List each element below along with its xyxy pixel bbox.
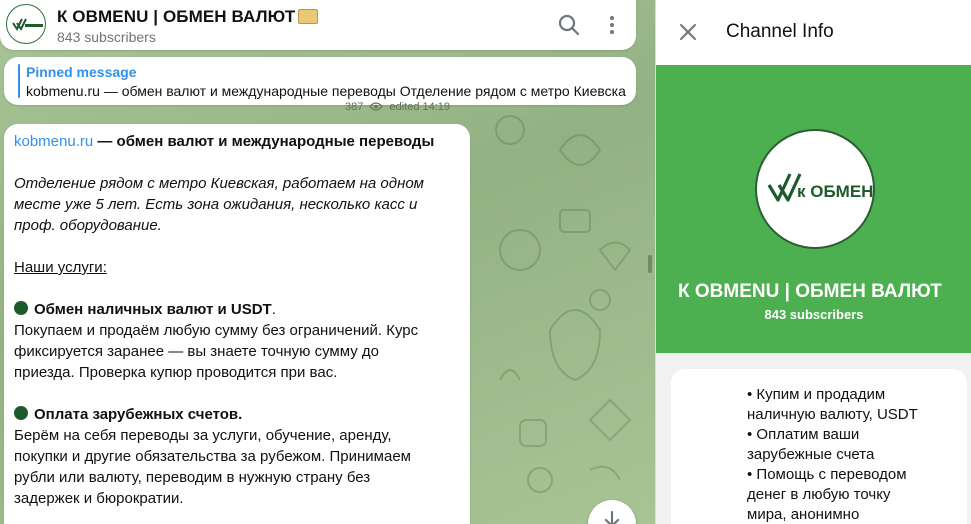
green-circle-icon xyxy=(14,406,28,420)
site-link[interactable]: kobmenu.ru xyxy=(14,133,93,150)
pinned-title: Pinned message xyxy=(26,64,137,80)
money-emoji-icon xyxy=(298,9,319,24)
channel-avatar[interactable] xyxy=(6,4,46,44)
service2-line: покупки и другие обязательства за рубежо… xyxy=(14,448,411,465)
chat-header[interactable]: К OBMENU | ОБМЕН ВАЛЮТ 843 subscribers xyxy=(0,0,636,50)
headline-text: — обмен валют и международные переводы xyxy=(93,133,435,150)
message-meta: 387 edited 14:19 xyxy=(345,101,450,113)
subscriber-count: 843 subscribers xyxy=(57,29,156,45)
intro-line: проф. оборудование. xyxy=(14,217,162,234)
hero-channel-title: К OBMENU | ОБМЕН ВАЛЮТ xyxy=(678,281,942,302)
channel-hero: к ОБМЕНУ К OBMENU | ОБМЕН ВАЛЮТ 843 subs… xyxy=(656,65,971,353)
service1-title: Обмен наличных валют и USDT xyxy=(34,301,272,318)
intro-line: месте уже 5 лет. Есть зона ожидания, нес… xyxy=(14,196,418,213)
channel-info-panel: Channel Info к ОБМЕНУ К OBMENU | ОБМЕН В… xyxy=(655,0,971,524)
more-vertical-icon[interactable] xyxy=(602,14,622,36)
service1-line: Покупаем и продаём любую сумму без огран… xyxy=(14,322,419,339)
edited-time: edited 14:19 xyxy=(389,101,451,113)
green-circle-icon xyxy=(14,301,28,315)
service2-line: задержек и бюрократии. xyxy=(14,490,184,507)
message-bubble[interactable]: kobmenu.ru — обмен валют и международные… xyxy=(4,124,470,524)
message-headline: kobmenu.ru — обмен валют и международные… xyxy=(14,131,460,152)
service1-line: приезда. Проверка купюр проводится при в… xyxy=(14,364,338,381)
description-line: • Купим и продадим xyxy=(747,386,886,403)
logo-icon: к ОБМЕНУ xyxy=(767,173,873,202)
intro-line: Отделение рядом с метро Киевская, работа… xyxy=(14,175,424,192)
service1-punct: . xyxy=(271,301,276,318)
eye-icon xyxy=(369,102,384,111)
scrollbar-thumb[interactable] xyxy=(648,255,652,273)
service-heading: Оплата зарубежных счетов. xyxy=(14,404,460,425)
logo-icon xyxy=(12,18,43,31)
service-heading: Обмен наличных валют и USDT. xyxy=(14,299,460,320)
service1-line: фиксируется заранее — вы знаете точную с… xyxy=(14,343,379,360)
view-count: 387 xyxy=(345,101,364,113)
pinned-message[interactable]: Pinned message kobmenu.ru — обмен валют … xyxy=(4,57,636,105)
description-line: • Помощь с переводом xyxy=(747,466,907,483)
channel-profile-photo[interactable]: к ОБМЕНУ xyxy=(755,129,875,249)
service2-line: рубли или валюту, переводим в нужную стр… xyxy=(14,469,371,486)
description-line: денег в любую точку xyxy=(747,486,891,503)
services-title: Наши услуги: xyxy=(14,259,107,276)
pinned-indicator xyxy=(18,64,20,98)
search-icon[interactable] xyxy=(558,14,580,36)
chat-background: К OBMENU | ОБМЕН ВАЛЮТ 843 subscribers P… xyxy=(0,0,655,524)
description-line: мира, анонимно xyxy=(747,506,860,523)
pinned-text: kobmenu.ru — обмен валют и международные… xyxy=(26,83,626,99)
service2-title: Оплата зарубежных счетов. xyxy=(34,406,243,423)
panel-title: Channel Info xyxy=(726,21,834,42)
description-line: наличную валюту, USDT xyxy=(747,406,918,423)
close-icon[interactable] xyxy=(678,22,698,42)
channel-title: К OBMENU | ОБМЕН ВАЛЮТ xyxy=(57,7,319,27)
arrow-down-icon xyxy=(604,510,620,524)
description-line: зарубежные счета xyxy=(747,446,875,463)
panel-header: Channel Info xyxy=(656,0,971,65)
channel-title-text: К OBMENU | ОБМЕН ВАЛЮТ xyxy=(57,7,296,26)
channel-description-card: • Купим и продадим наличную валюту, USDT… xyxy=(671,369,967,524)
logo-text: к ОБМЕНУ xyxy=(797,182,873,201)
service2-line: Берём на себя переводы за услуги, обучен… xyxy=(14,427,392,444)
description-line: • Оплатим ваши xyxy=(747,426,860,443)
hero-subscriber-count: 843 subscribers xyxy=(764,307,864,322)
